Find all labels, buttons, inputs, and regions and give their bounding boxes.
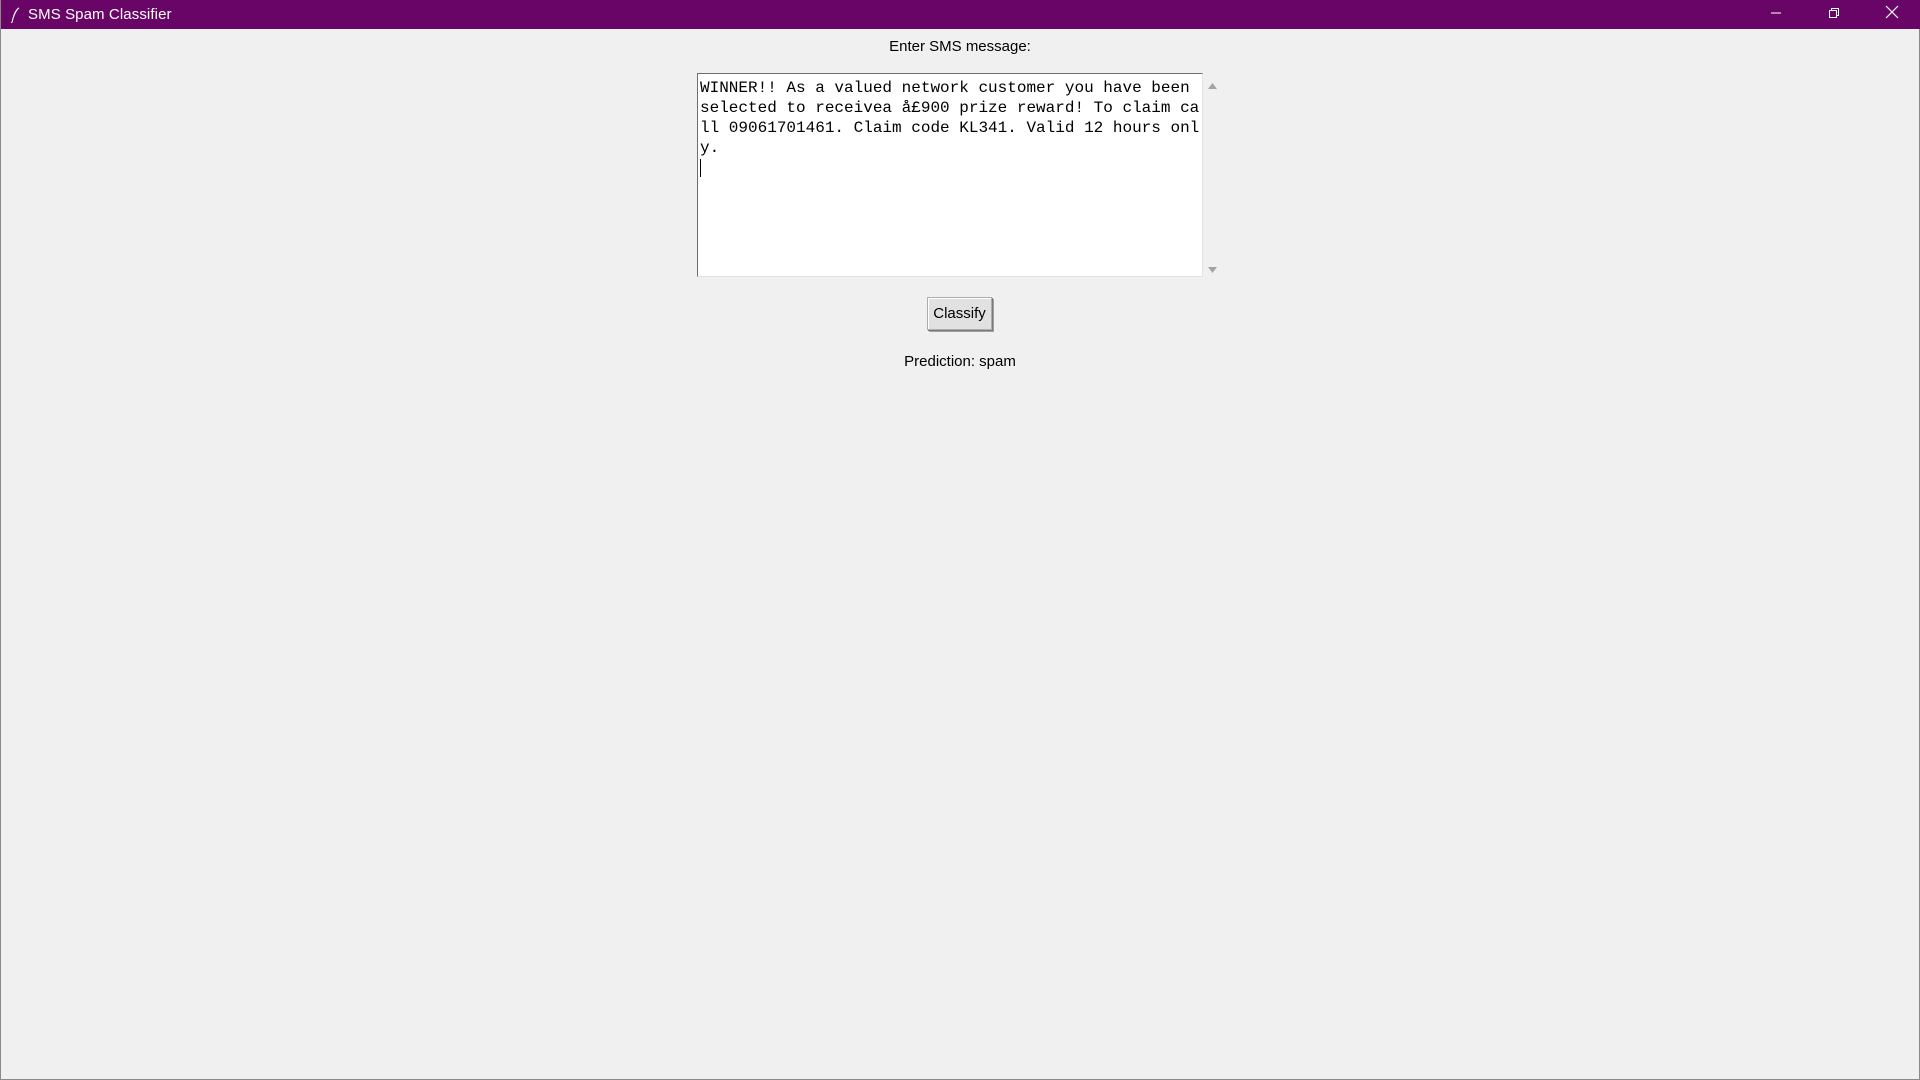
close-button[interactable] xyxy=(1863,0,1920,29)
classify-button[interactable]: Classify xyxy=(927,297,992,330)
scroll-up-arrow-icon xyxy=(1208,76,1217,94)
scroll-up-button[interactable] xyxy=(1204,76,1221,93)
app-window: SMS Spam Classifier Enter SMS message: W… xyxy=(0,0,1920,1080)
prompt-label: Enter SMS message: xyxy=(889,38,1031,55)
title-bar[interactable]: SMS Spam Classifier xyxy=(1,0,1920,29)
message-text-container: WINNER!! As a valued network customer yo… xyxy=(697,73,1223,279)
restore-icon xyxy=(1828,6,1840,24)
minimize-icon xyxy=(1770,6,1782,24)
scroll-down-arrow-icon xyxy=(1208,260,1217,278)
close-icon xyxy=(1885,5,1899,24)
window-title: SMS Spam Classifier xyxy=(28,6,172,23)
prediction-label: Prediction: spam xyxy=(904,353,1016,370)
text-caret xyxy=(700,159,701,177)
minimize-button[interactable] xyxy=(1747,0,1805,29)
feather-icon xyxy=(8,6,22,24)
restore-button[interactable] xyxy=(1805,0,1863,29)
message-textarea[interactable]: WINNER!! As a valued network customer yo… xyxy=(697,73,1203,277)
vertical-scrollbar[interactable] xyxy=(1204,73,1221,277)
caption-buttons xyxy=(1747,0,1920,29)
scroll-down-button[interactable] xyxy=(1204,260,1221,277)
message-text: WINNER!! As a valued network customer yo… xyxy=(700,79,1200,157)
